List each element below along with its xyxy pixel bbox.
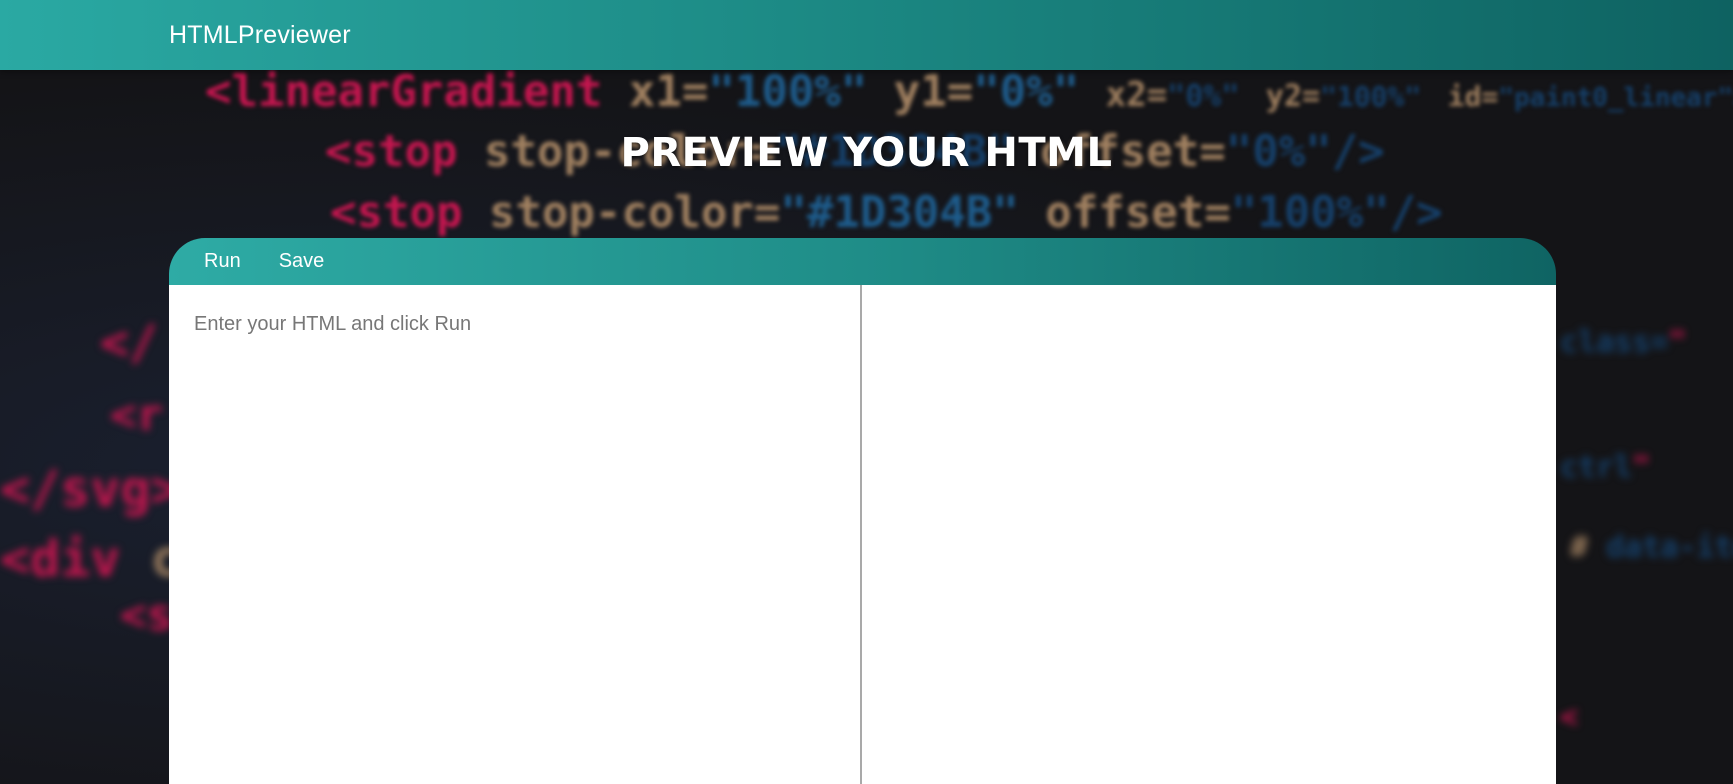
html-input-pane — [169, 285, 862, 784]
page-title: PREVIEW YOUR HTML — [620, 130, 1113, 176]
editor-body — [169, 285, 1556, 784]
preview-output-pane — [862, 285, 1556, 784]
brand-logo-text[interactable]: HTMLPreviewer — [169, 21, 351, 50]
save-button[interactable]: Save — [279, 250, 325, 273]
html-input-textarea[interactable] — [169, 285, 860, 784]
run-button[interactable]: Run — [204, 250, 241, 273]
editor-panel: Run Save — [169, 238, 1556, 784]
top-navbar: HTMLPreviewer — [0, 0, 1733, 70]
editor-toolbar: Run Save — [169, 238, 1556, 285]
